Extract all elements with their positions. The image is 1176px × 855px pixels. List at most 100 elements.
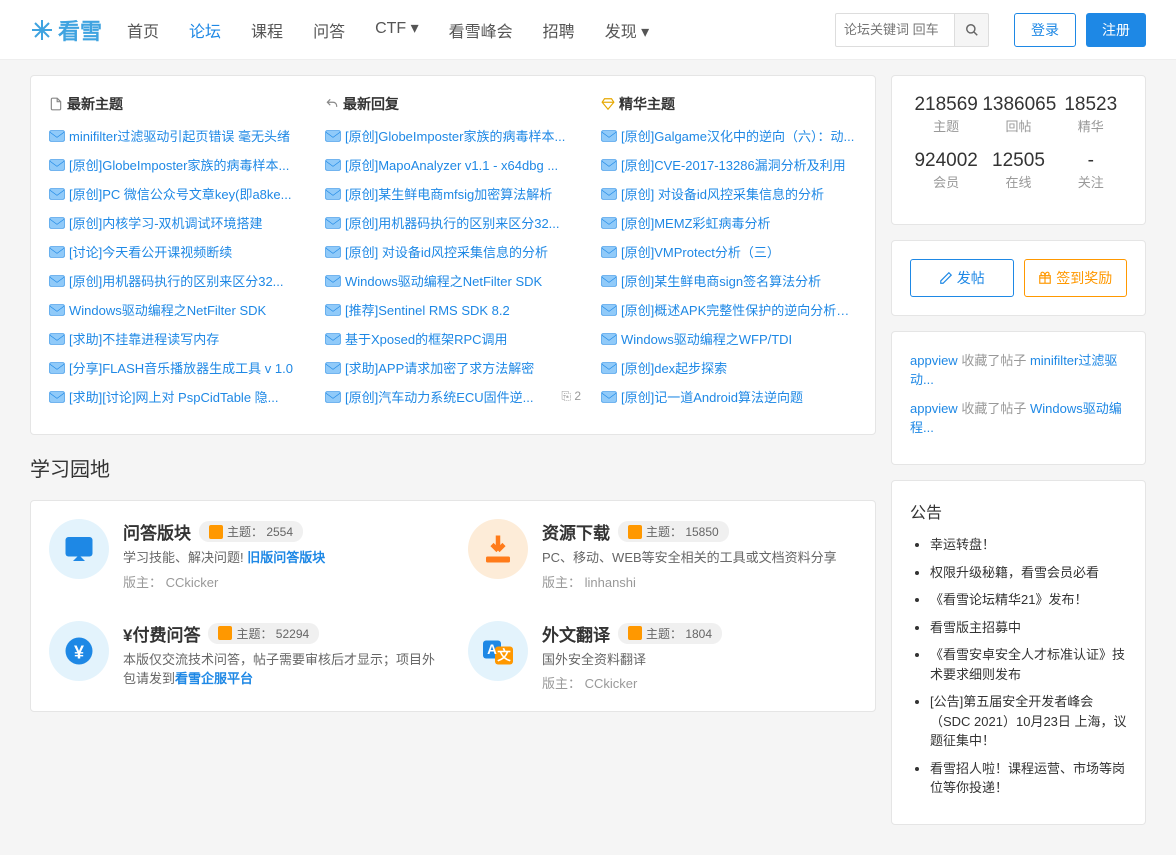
mail-icon — [601, 304, 617, 316]
mail-icon — [325, 246, 341, 258]
notice-item[interactable]: 《看雪论坛精华21》发布！ — [930, 590, 1127, 610]
topic-link[interactable]: [原创]GlobeImposter家族的病毒样本... — [69, 155, 289, 174]
topic-column-2: 精华主题[原创]Galgame汉化中的逆向（六）：动...[原创]CVE-201… — [601, 94, 857, 416]
mail-icon — [601, 217, 617, 229]
mail-icon — [49, 304, 65, 316]
new-post-button[interactable]: 发帖 — [910, 259, 1014, 297]
topic-link[interactable]: [原创]概述APK完整性保护的逆向分析及... — [621, 300, 857, 319]
notice-title: 公告 — [910, 499, 1127, 523]
topic-link[interactable]: [求助][讨论]网上对 PspCidTable 隐... — [69, 387, 279, 406]
reply-count: ⎘ 2 — [561, 389, 581, 404]
nav-item-3[interactable]: 问答 — [313, 18, 345, 42]
topic-link[interactable]: 基于Xposed的框架RPC调用 — [345, 329, 508, 348]
badge-icon — [218, 626, 232, 640]
topic-link[interactable]: [原创]用机器码执行的区别来区分32... — [345, 213, 560, 232]
feed-action: 收藏了帖子 — [961, 353, 1026, 368]
nav-items: 首页 论坛 课程 问答 CTF ▾ 看雪峰会 招聘 发现 ▾ — [127, 18, 649, 42]
forum-desc: 国外安全资料翻译 — [542, 650, 857, 670]
topic-link[interactable]: [原创]某生鲜电商sign签名算法分析 — [621, 271, 821, 290]
nav-item-0[interactable]: 首页 — [127, 18, 159, 42]
topic-link[interactable]: [讨论]今天看公开课视频断续 — [69, 242, 232, 261]
topic-item: 基于Xposed的框架RPC调用 — [325, 329, 581, 348]
topic-link[interactable]: [原创]MapoAnalyzer v1.1 - x64dbg ... — [345, 155, 558, 174]
register-button[interactable]: 注册 — [1086, 13, 1146, 47]
topic-link[interactable]: Windows驱动编程之NetFilter SDK — [69, 300, 266, 319]
notice-item[interactable]: [公告]第五届安全开发者峰会（SDC 2021）10月23日 上海，议题征集中！ — [930, 692, 1127, 751]
topic-link[interactable]: [分享]FLASH音乐播放器生成工具 v 1.0 — [69, 358, 293, 377]
notice-item[interactable]: 权限升级秘籍，看雪会员必看 — [930, 563, 1127, 583]
topic-item: Windows驱动编程之WFP/TDI — [601, 329, 857, 348]
topic-link[interactable]: minifilter过滤驱动引起页错误 毫无头绪 — [69, 126, 290, 145]
topic-link[interactable]: Windows驱动编程之NetFilter SDK — [345, 271, 542, 290]
login-button[interactable]: 登录 — [1014, 13, 1076, 47]
topic-link[interactable]: [原创]用机器码执行的区别来区分32... — [69, 271, 284, 290]
nav-item-2[interactable]: 课程 — [251, 18, 283, 42]
topic-link[interactable]: [原创]VMProtect分析（三） — [621, 242, 780, 261]
topic-link[interactable]: [求助]APP请求加密了求方法解密 — [345, 358, 534, 377]
topic-link[interactable]: [原创]汽车动力系统ECU固件逆... — [345, 387, 534, 406]
feed-action: 收藏了帖子 — [961, 401, 1026, 416]
checkin-button[interactable]: 签到奖励 — [1024, 259, 1128, 297]
topic-link[interactable]: [原创]Galgame汉化中的逆向（六）：动... — [621, 126, 854, 145]
nav-item-1[interactable]: 论坛 — [189, 18, 221, 42]
search-button[interactable] — [955, 13, 989, 47]
forum-desc-link[interactable]: 看雪企服平台 — [175, 671, 253, 686]
logo-text: 看雪 — [58, 14, 102, 46]
forum-desc-link[interactable]: 旧版问答版块 — [247, 550, 325, 565]
forum-title[interactable]: 资源下载 — [542, 519, 610, 544]
forum-title[interactable]: 外文翻译 — [542, 621, 610, 646]
topic-link[interactable]: [原创]dex起步探索 — [621, 358, 727, 377]
topics-card: 最新主题minifilter过滤驱动引起页错误 毫无头绪[原创]GlobeImp… — [30, 75, 876, 435]
stat-1: 1386065回帖 — [982, 94, 1054, 135]
forum-icon — [468, 519, 528, 579]
new-post-label: 发帖 — [957, 268, 985, 288]
logo[interactable]: 看雪 — [30, 14, 102, 46]
nav-item-6[interactable]: 招聘 — [543, 18, 575, 42]
forum-moderator: 版主： linhanshi — [542, 572, 857, 591]
topic-link[interactable]: [原创] 对设备id风控采集信息的分析 — [345, 242, 548, 261]
forum-moderator: 版主： CCkicker — [542, 673, 857, 692]
topic-link[interactable]: [推荐]Sentinel RMS SDK 8.2 — [345, 300, 510, 319]
notice-item[interactable]: 《看雪安卓安全人才标准认证》技术要求细则发布 — [930, 645, 1127, 684]
topic-item: [原创]内核学习-双机调试环境搭建 — [49, 213, 305, 232]
topic-link[interactable]: [原创]内核学习-双机调试环境搭建 — [69, 213, 263, 232]
topic-link[interactable]: Windows驱动编程之WFP/TDI — [621, 329, 792, 348]
forum-3: A文外文翻译主题： 1804国外安全资料翻译版主： CCkicker — [468, 621, 857, 693]
gift-icon — [1038, 271, 1052, 285]
notice-item[interactable]: 看雪招人啦！课程运营、市场等岗位等你投递！ — [930, 759, 1127, 798]
mail-icon — [601, 159, 617, 171]
topic-link[interactable]: [原创]某生鲜电商mfsig加密算法解析 — [345, 184, 552, 203]
mail-icon — [49, 130, 65, 142]
nav-item-5[interactable]: 看雪峰会 — [449, 18, 513, 42]
mail-icon — [49, 333, 65, 345]
search-input[interactable] — [835, 13, 955, 47]
feed-user[interactable]: appview — [910, 401, 958, 416]
feed-item: appview 收藏了帖子 Windows驱动编程... — [910, 398, 1127, 436]
forum-0: 问答版块主题： 2554学习技能、解决问题! 旧版问答版块版主： CCkicke… — [49, 519, 438, 591]
mail-icon — [601, 188, 617, 200]
mail-icon — [325, 333, 341, 345]
stat-label: 在线 — [982, 172, 1054, 191]
forum-title[interactable]: 问答版块 — [123, 519, 191, 544]
feed-user[interactable]: appview — [910, 353, 958, 368]
topic-link[interactable]: [原创] 对设备id风控采集信息的分析 — [621, 184, 824, 203]
topic-link[interactable]: [原创]CVE-2017-13286漏洞分析及利用 — [621, 155, 846, 174]
nav-item-4[interactable]: CTF ▾ — [375, 18, 419, 42]
topic-link[interactable]: [原创]记一道Android算法逆向题 — [621, 387, 803, 406]
forum-1: 资源下载主题： 15850PC、移动、WEB等安全相关的工具或文档资料分享版主：… — [468, 519, 857, 591]
notice-item[interactable]: 看雪版主招募中 — [930, 618, 1127, 638]
svg-text:¥: ¥ — [74, 642, 84, 662]
mail-icon — [325, 159, 341, 171]
notice-item[interactable]: 幸运转盘！ — [930, 535, 1127, 555]
topic-link[interactable]: [原创]PC 微信公众号文章key(即a8ke... — [69, 184, 291, 203]
topic-link[interactable]: [求助]不挂靠进程读写内存 — [69, 329, 219, 348]
badge-icon — [628, 525, 642, 539]
nav-item-7[interactable]: 发现 ▾ — [605, 18, 649, 42]
stat-number: 924002 — [910, 150, 982, 172]
topic-link[interactable]: [原创]MEMZ彩虹病毒分析 — [621, 213, 771, 232]
forum-title[interactable]: ¥付费问答 — [123, 621, 200, 646]
topic-link[interactable]: [原创]GlobeImposter家族的病毒样本... — [345, 126, 565, 145]
stat-label: 会员 — [910, 172, 982, 191]
svg-text:A: A — [487, 642, 497, 657]
stat-number: 12505 — [982, 150, 1054, 172]
